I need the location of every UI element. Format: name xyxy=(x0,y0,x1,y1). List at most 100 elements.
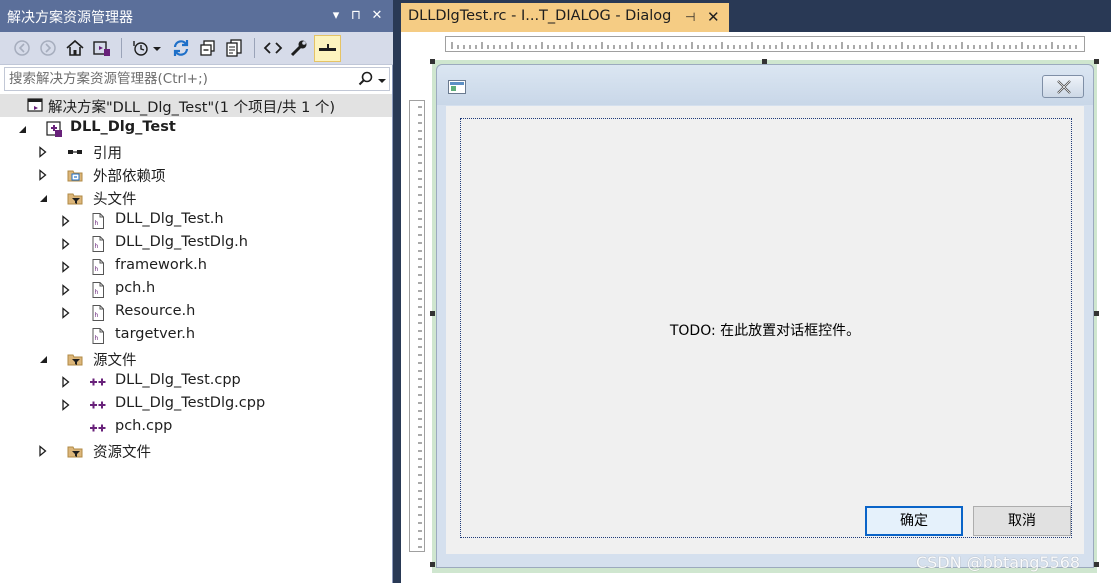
expanded-arrow-icon[interactable] xyxy=(16,123,28,135)
svg-text:h: h xyxy=(95,220,99,227)
tree-item-label: 头文件 xyxy=(93,192,137,208)
dialog-app-icon xyxy=(448,80,466,94)
collapse-all-icon[interactable] xyxy=(197,37,219,59)
tree-item[interactable]: 解决方案"DLL_Dlg_Test"(1 个项目/共 1 个) xyxy=(0,94,392,117)
pending-changes-filter-icon[interactable] xyxy=(130,37,152,59)
collapsed-arrow-icon[interactable] xyxy=(60,307,72,319)
solution-explorer-pane: 解决方案资源管理器 ▾ ⊓ ✕ 搜索解决方案资源管理器(Ctrl+;) 解决方案… xyxy=(0,0,393,583)
tree-item-label: DLL_Dlg_Test.h xyxy=(115,211,224,227)
references-icon xyxy=(66,143,84,161)
collapsed-arrow-icon[interactable] xyxy=(60,376,72,388)
collapsed-arrow-icon[interactable] xyxy=(60,261,72,273)
search-box xyxy=(4,67,390,91)
dialog-caption-bar xyxy=(437,65,1093,105)
tree-item[interactable]: 资源文件 xyxy=(0,439,392,462)
filter-folder-icon xyxy=(66,189,84,207)
close-icon[interactable]: ✕ xyxy=(369,8,385,24)
home-icon[interactable] xyxy=(64,37,86,59)
header-file-icon: h xyxy=(89,304,107,322)
back-icon[interactable] xyxy=(11,37,33,59)
vertical-ruler[interactable] xyxy=(409,100,425,552)
solution-icon xyxy=(26,97,44,115)
horizontal-ruler-ticks xyxy=(451,42,1077,49)
tree-item[interactable]: h Resource.h xyxy=(0,301,392,324)
search-options-chevron-down-icon[interactable] xyxy=(377,74,387,84)
preview-selected-items-icon[interactable] xyxy=(314,35,341,62)
search-icon[interactable] xyxy=(357,70,375,88)
resize-handle[interactable] xyxy=(430,562,435,567)
header-file-icon: h xyxy=(89,235,107,253)
pin-icon[interactable]: ⊓ xyxy=(348,8,364,24)
collapsed-arrow-icon[interactable] xyxy=(60,238,72,250)
collapsed-arrow-icon[interactable] xyxy=(37,445,49,457)
expanded-arrow-icon[interactable] xyxy=(37,192,49,204)
show-all-files-icon[interactable] xyxy=(223,37,245,59)
tree-item[interactable]: h DLL_Dlg_TestDlg.h xyxy=(0,232,392,255)
toolbar-separator xyxy=(121,38,122,58)
cancel-button[interactable]: 取消 xyxy=(973,506,1071,536)
switch-views-icon[interactable] xyxy=(90,37,112,59)
window-options-dropdown-icon[interactable]: ▾ xyxy=(328,8,344,24)
resize-handle[interactable] xyxy=(1094,562,1099,567)
header-file-icon: h xyxy=(89,327,107,345)
tree-item-label: DLL_Dlg_Test xyxy=(70,119,176,135)
tab-close-icon[interactable]: ✕ xyxy=(707,9,721,25)
collapsed-arrow-icon[interactable] xyxy=(60,399,72,411)
tree-item[interactable]: DLL_Dlg_TestDlg.cpp xyxy=(0,393,392,416)
header-file-icon: h xyxy=(89,258,107,276)
solution-explorer-title: 解决方案资源管理器 xyxy=(7,10,133,26)
resize-handle[interactable] xyxy=(1094,311,1099,316)
tree-item[interactable]: h pch.h xyxy=(0,278,392,301)
watermark-text: CSDN @bbtang5568 xyxy=(916,553,1081,572)
external-deps-icon xyxy=(66,166,84,184)
expanded-arrow-icon[interactable] xyxy=(37,353,49,365)
resize-handle[interactable] xyxy=(430,311,435,316)
dialog-close-button[interactable] xyxy=(1042,75,1084,98)
tree-item[interactable]: h framework.h xyxy=(0,255,392,278)
svg-text:h: h xyxy=(95,312,99,319)
collapsed-arrow-icon[interactable] xyxy=(37,169,49,181)
search-input[interactable] xyxy=(9,70,354,88)
solution-explorer-title-bar: 解决方案资源管理器 ▾ ⊓ ✕ xyxy=(0,0,393,32)
resize-handle[interactable] xyxy=(430,59,435,64)
forward-icon[interactable] xyxy=(37,37,59,59)
tree-item[interactable]: 头文件 xyxy=(0,186,392,209)
tree-item-label: 解决方案"DLL_Dlg_Test"(1 个项目/共 1 个) xyxy=(48,100,336,116)
tree-item-label: DLL_Dlg_Test.cpp xyxy=(115,372,241,388)
tree-item[interactable]: 源文件 xyxy=(0,347,392,370)
sync-icon[interactable] xyxy=(170,37,192,59)
collapsed-arrow-icon[interactable] xyxy=(60,284,72,296)
dialog-preview[interactable]: TODO: 在此放置对话框控件。 确定 取消 xyxy=(436,64,1094,568)
todo-static-text[interactable]: TODO: 在此放置对话框控件。 xyxy=(446,320,1084,340)
tree-item[interactable]: 外部依赖项 xyxy=(0,163,392,186)
tree-item[interactable]: 引用 xyxy=(0,140,392,163)
tree-item-label: 外部依赖项 xyxy=(93,169,166,185)
horizontal-ruler[interactable] xyxy=(445,36,1085,52)
cpp-file-icon xyxy=(89,373,107,391)
tree-item-label: pch.cpp xyxy=(115,418,173,434)
tree-item[interactable]: pch.cpp xyxy=(0,416,392,439)
tab-pin-icon[interactable]: ⊣ xyxy=(685,10,699,24)
tree-item-label: pch.h xyxy=(115,280,156,296)
ok-button[interactable]: 确定 xyxy=(865,506,963,536)
document-tab-dialog[interactable]: DLLDlgTest.rc - I...T_DIALOG - Dialog ⊣ … xyxy=(401,3,729,32)
tree-item-label: Resource.h xyxy=(115,303,196,319)
resize-handle[interactable] xyxy=(1094,59,1099,64)
header-file-icon: h xyxy=(89,212,107,230)
close-icon xyxy=(1057,80,1071,94)
chevron-down-icon[interactable] xyxy=(151,37,163,59)
tree-item-label: targetver.h xyxy=(115,326,196,342)
collapsed-arrow-icon[interactable] xyxy=(37,146,49,158)
tree-item[interactable]: h DLL_Dlg_Test.h xyxy=(0,209,392,232)
tree-item[interactable]: DLL_Dlg_Test.cpp xyxy=(0,370,392,393)
header-file-icon: h xyxy=(89,281,107,299)
tree-item[interactable]: h targetver.h xyxy=(0,324,392,347)
collapsed-arrow-icon[interactable] xyxy=(60,215,72,227)
vertical-ruler-ticks xyxy=(418,106,422,548)
view-code-icon[interactable] xyxy=(262,37,284,59)
cpp-file-icon xyxy=(89,419,107,437)
properties-wrench-icon[interactable] xyxy=(288,37,310,59)
tree-item[interactable]: DLL_Dlg_Test xyxy=(0,117,392,140)
svg-text:h: h xyxy=(95,335,99,342)
svg-text:h: h xyxy=(95,243,99,250)
